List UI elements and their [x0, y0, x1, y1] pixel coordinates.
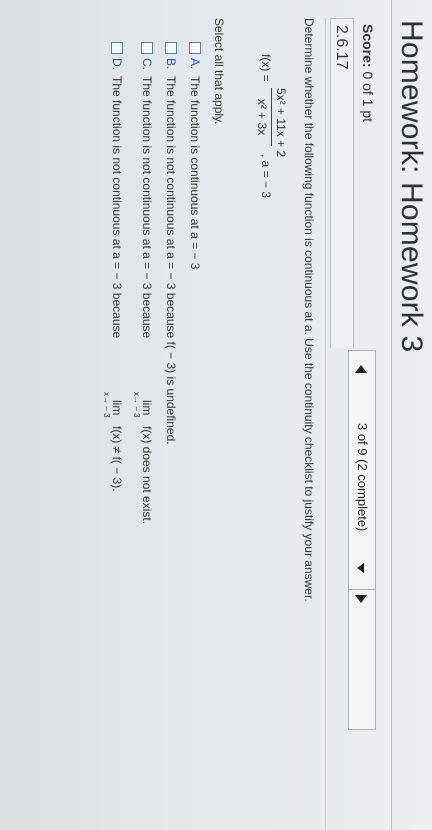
nav-separator	[349, 589, 375, 590]
fraction-bar	[271, 88, 272, 146]
option-c-letter: C.	[140, 58, 154, 70]
option-d-limit-subscript: x→ − 3	[102, 392, 111, 418]
option-b-checkbox[interactable]	[165, 42, 177, 54]
score-display: Score: 0 of 1 pt	[360, 24, 376, 122]
option-c-text-before: The function is not continuous at a = − …	[140, 76, 154, 339]
point-a: , a = − 3	[259, 154, 273, 199]
option-d-text-before: The function is not continuous at a = − …	[110, 76, 124, 339]
option-c-checkbox[interactable]	[141, 42, 153, 54]
option-c-limit-subscript: x→ − 3	[132, 392, 141, 418]
score-label: Score:	[360, 24, 376, 68]
select-all-instruction: Select all that apply.	[212, 18, 226, 125]
option-c-limit: lim	[140, 400, 154, 416]
function-lhs: f(x) =	[259, 54, 273, 82]
option-d-checkbox[interactable]	[111, 42, 123, 54]
score-value: 0 of 1 pt	[360, 71, 376, 123]
option-d-text-after: f(x) ≠ f( − 3).	[110, 426, 124, 492]
option-d-limit: lim	[110, 400, 124, 416]
header-divider	[325, 18, 326, 830]
previous-question-icon[interactable]	[355, 365, 367, 373]
option-a-letter: A.	[188, 58, 202, 70]
next-question-icon[interactable]	[355, 595, 367, 603]
title-divider	[391, 0, 392, 830]
fraction-numerator: 5x² + 11x + 2	[274, 88, 288, 158]
option-d-text: The function is not continuous at a = − …	[102, 76, 124, 492]
question-number: 2.6.17	[330, 18, 354, 348]
homework-page: Homework: Homework 3 Score: 0 of 1 pt 2.…	[0, 0, 432, 830]
option-b-text: The function is not continuous at a = − …	[164, 76, 178, 445]
page-title: Homework: Homework 3	[395, 20, 428, 353]
option-a-checkbox[interactable]	[189, 42, 201, 54]
question-instruction: Determine whether the following function…	[302, 18, 316, 602]
option-b-letter: B.	[164, 58, 178, 70]
option-c-text: The function is not continuous at a = − …	[132, 76, 154, 524]
option-c-text-after: f(x) does not exist.	[140, 426, 154, 525]
question-progress: 3 of 9 (2 complete)	[355, 423, 370, 532]
fraction-denominator: x² + 3x	[255, 98, 269, 136]
question-list-dropdown-icon[interactable]	[357, 563, 364, 573]
function-fraction: 5x² + 11x + 2 x² + 3x	[255, 88, 288, 158]
option-d-letter: D.	[110, 58, 124, 70]
question-navigator: 3 of 9 (2 complete)	[348, 350, 376, 730]
option-a-text: The function is continuous at a = − 3	[188, 76, 202, 270]
